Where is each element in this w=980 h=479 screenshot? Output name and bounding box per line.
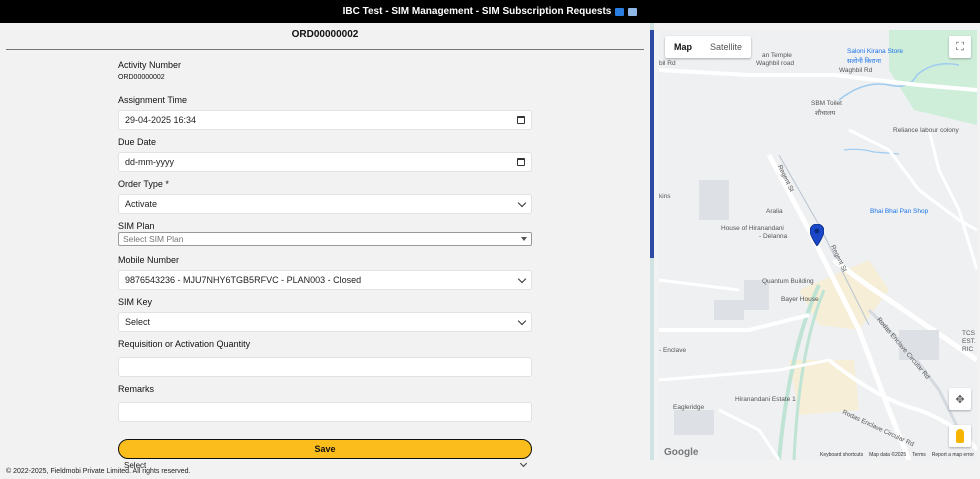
map-label-tcs: TCS xyxy=(962,330,975,337)
pegman-icon[interactable] xyxy=(949,425,971,447)
map-label-house: House of Hiranandani xyxy=(721,225,784,232)
order-title: ORD00000002 xyxy=(291,29,359,40)
calendar-icon[interactable] xyxy=(517,116,525,124)
report-error-link[interactable]: Report a map error xyxy=(932,452,974,458)
sim-key-select[interactable]: Select xyxy=(118,312,532,332)
keyboard-shortcuts-link[interactable]: Keyboard shortcuts xyxy=(820,452,863,458)
map-label-tcs2: EST. xyxy=(962,338,976,345)
location-pin-icon[interactable] xyxy=(810,224,824,246)
due-date-input[interactable]: dd-mm-yyyy xyxy=(118,152,532,172)
map-label-bil-rd: bil Rd xyxy=(659,60,676,67)
quantity-input[interactable] xyxy=(118,357,532,377)
dropdown-arrow-icon xyxy=(521,237,527,241)
map-label-aralia: Aralia xyxy=(766,208,783,215)
sim-plan-placeholder: Select SIM Plan xyxy=(123,234,184,244)
save-button[interactable]: Save xyxy=(118,439,532,459)
map-label-temple2: Waghbil road xyxy=(756,60,795,67)
order-type-value: Activate xyxy=(125,199,158,209)
chevron-down-icon xyxy=(519,459,528,468)
map-label-reliance: Reliance labour colony xyxy=(893,127,959,134)
mobile-number-value: 9876543236 - MJU7NHY6TGB5RFVC - PLAN003 … xyxy=(125,275,362,285)
due-date-value: dd-mm-yyyy xyxy=(125,157,174,167)
title-divider xyxy=(6,49,644,50)
monitor-icon xyxy=(615,7,625,16)
mobile-number-select[interactable]: 9876543236 - MJU7NHY6TGB5RFVC - PLAN003 … xyxy=(118,270,532,290)
activity-number-label: Activity Number xyxy=(118,60,182,70)
footer-copyright: © 2022-2025, Fieldmobi Private Limited. … xyxy=(6,468,191,475)
assignment-time-label: Assignment Time xyxy=(118,95,188,105)
sim-plan-label: SIM Plan xyxy=(118,221,155,231)
map-label-sbm: SBM Toilet xyxy=(811,100,842,107)
mobile-number-label: Mobile Number xyxy=(118,255,180,265)
order-type-label: Order Type * xyxy=(118,179,169,189)
terms-link[interactable]: Terms xyxy=(912,452,926,458)
assignment-time-value: 29-04-2025 16:34 xyxy=(125,115,197,125)
map-type-toggle[interactable]: Map Satellite xyxy=(665,36,752,58)
map-view[interactable]: Map Satellite ⛶ ✥ an Temple Waghbil road… xyxy=(659,30,977,460)
map-label-saloni-hi: सलोनी किराना xyxy=(847,58,881,65)
order-type-select[interactable]: Activate xyxy=(118,194,532,214)
map-label-bhai: Bhai Bhai Pan Shop xyxy=(870,208,929,215)
map-label-saloni: Saloni Kirana Store xyxy=(847,48,904,55)
map-tab-map[interactable]: Map xyxy=(665,36,701,58)
due-date-label: Due Date xyxy=(118,137,157,147)
quantity-label: Requisition or Activation Quantity xyxy=(118,339,251,349)
app-title-bar: IBC Test - SIM Management - SIM Subscrip… xyxy=(0,0,980,23)
map-label-enclave: - Enclave xyxy=(659,347,687,354)
app-title: IBC Test - SIM Management - SIM Subscrip… xyxy=(342,6,612,17)
map-label-hiranandani1: Hiranandani Estate 1 xyxy=(735,396,796,403)
map-label-house2: - Delanna xyxy=(759,233,788,240)
map-label-sbm-hi: शौचालय xyxy=(815,110,836,117)
sim-plan-select[interactable]: Select SIM Plan xyxy=(118,232,532,246)
chevron-down-icon xyxy=(517,274,527,283)
map-label-temple: an Temple xyxy=(762,52,792,59)
camera-control-icon[interactable]: ✥ xyxy=(949,388,971,410)
map-attribution: Keyboard shortcuts Map data ©2025 Terms … xyxy=(659,450,977,460)
chevron-down-icon xyxy=(517,198,527,207)
chevron-down-icon xyxy=(517,316,527,325)
form-panel: ORD00000002 Activity Number ORD00000002 … xyxy=(0,23,650,479)
map-label-tcs3: RIC xyxy=(962,346,974,353)
remarks-input[interactable] xyxy=(118,402,532,422)
map-label-waghbil-rd: Waghbil Rd xyxy=(839,67,873,74)
map-tab-satellite[interactable]: Satellite xyxy=(701,36,751,58)
calendar-icon[interactable] xyxy=(517,158,525,166)
subscription-form: Activity Number ORD00000002 Assignment T… xyxy=(118,59,532,422)
map-label-bayer: Bayer House xyxy=(781,296,819,303)
scrollbar-thumb[interactable] xyxy=(650,30,654,258)
fullscreen-icon[interactable]: ⛶ xyxy=(949,36,971,58)
map-data-text: Map data ©2025 xyxy=(869,452,907,458)
map-label-eagleridge: Eagleridge xyxy=(673,404,705,411)
assignment-time-input[interactable]: 29-04-2025 16:34 xyxy=(118,110,532,130)
sim-key-value: Select xyxy=(125,317,151,327)
activity-number-value: ORD00000002 xyxy=(118,74,165,81)
sim-key-label: SIM Key xyxy=(118,297,153,307)
bag-icon xyxy=(628,7,638,16)
map-label-quantum: Quantum Building xyxy=(762,278,814,285)
map-label-kins: kins xyxy=(659,193,671,200)
remarks-label: Remarks xyxy=(118,384,155,394)
